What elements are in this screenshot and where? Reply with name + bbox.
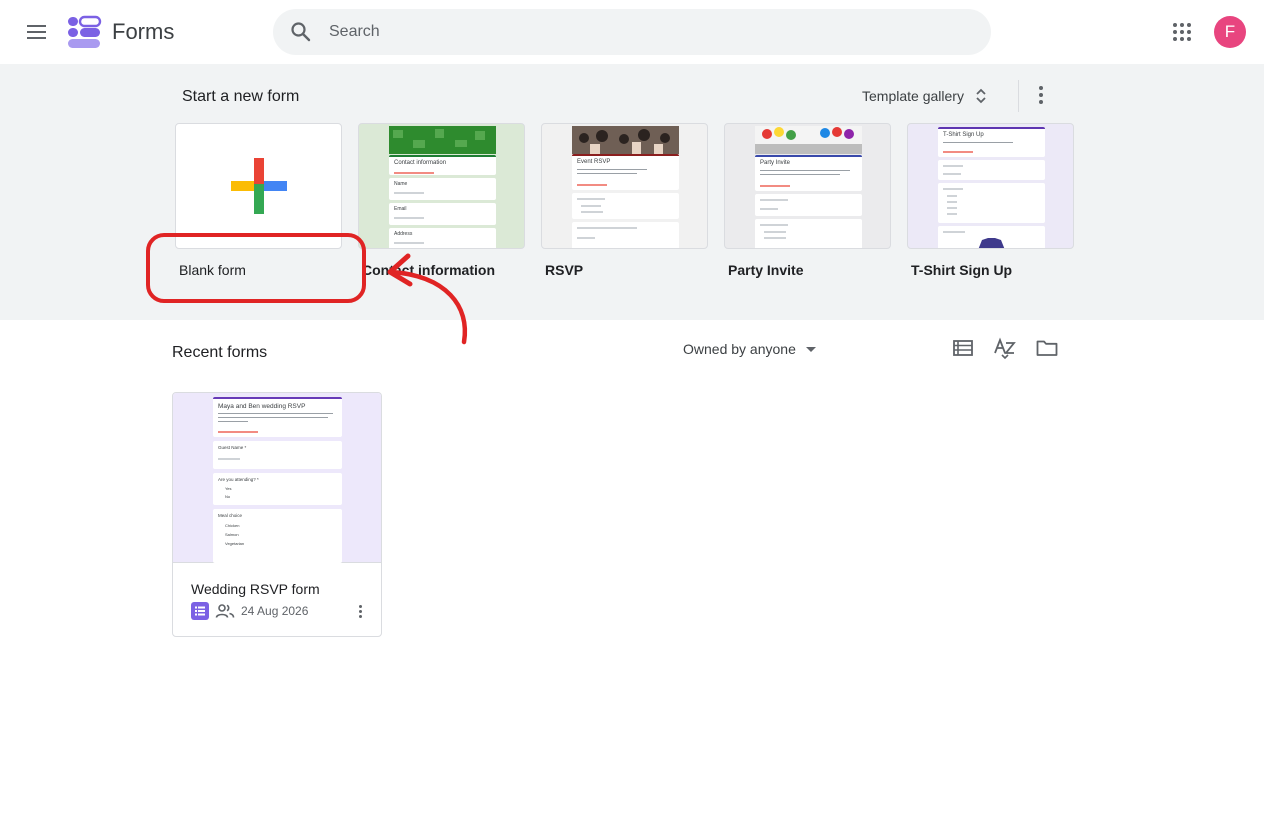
recent-form-meta: 24 Aug 2026 <box>191 602 308 620</box>
recent-form-thumbnail[interactable]: Maya and Ben wedding RSVP Guest Name * A… <box>173 393 381 563</box>
sort-az-icon[interactable] <box>991 334 1019 362</box>
party-question-card <box>755 219 862 248</box>
forms-app-icon <box>191 602 209 620</box>
template-label: RSVP <box>545 262 584 278</box>
thumb-question-card: Guest Name * <box>213 441 342 469</box>
template-label: T-Shirt Sign Up <box>911 262 1013 278</box>
owner-filter-dropdown[interactable]: Owned by anyone <box>675 335 824 363</box>
search-icon[interactable] <box>289 20 313 44</box>
contact-pattern-icon <box>393 129 485 148</box>
thumb-question-card: Meal choice Chicken Salmon Vegetarian <box>213 509 342 563</box>
shared-people-icon <box>215 604 235 618</box>
main-menu-icon[interactable] <box>18 14 54 50</box>
blank-form-thumbnail[interactable] <box>175 123 342 249</box>
card-more-options-icon[interactable] <box>349 599 371 623</box>
search-input[interactable] <box>329 9 969 55</box>
tshirt-sign-up-thumbnail[interactable]: T-Shirt Sign Up <box>907 123 1074 249</box>
tshirt-question-card <box>938 160 1045 180</box>
template-gallery-button[interactable]: Template gallery <box>852 78 998 114</box>
recent-form-date: 24 Aug 2026 <box>241 604 309 618</box>
party-header-image <box>755 126 862 154</box>
recent-forms-title: Recent forms <box>172 344 268 361</box>
rsvp-question-card <box>572 222 679 248</box>
app-header: Forms F <box>0 0 1280 64</box>
rsvp-title-card: Event RSVP <box>572 154 679 190</box>
rsvp-crowd-icon <box>572 126 679 154</box>
party-invite-thumbnail[interactable]: Party Invite <box>724 123 891 249</box>
party-title-card: Party Invite <box>755 155 862 191</box>
balloons-icon <box>755 127 862 154</box>
tshirt-icon <box>978 238 1005 248</box>
rsvp-thumbnail[interactable]: Event RSVP <box>541 123 708 249</box>
contact-header-image <box>389 126 496 154</box>
list-view-icon[interactable] <box>949 334 977 362</box>
thumb-title-card: Maya and Ben wedding RSVP <box>213 397 342 437</box>
google-apps-icon[interactable] <box>1166 16 1198 48</box>
tshirt-title-card: T-Shirt Sign Up <box>938 127 1045 157</box>
app-title[interactable]: Forms <box>112 19 174 45</box>
recent-form-card[interactable]: Maya and Ben wedding RSVP Guest Name * A… <box>172 392 382 637</box>
contact-field-card: Email <box>389 203 496 225</box>
rsvp-question-card <box>572 193 679 219</box>
template-label: Party Invite <box>728 262 804 278</box>
owner-filter-label: Owned by anyone <box>683 341 796 357</box>
band-divider <box>1018 80 1019 112</box>
template-gallery-label: Template gallery <box>862 88 964 104</box>
contact-field-card: Name <box>389 178 496 200</box>
tshirt-image-card <box>938 226 1045 248</box>
template-section-title: Start a new form <box>182 88 300 105</box>
unfold-more-icon <box>976 88 986 104</box>
forms-logo-icon[interactable] <box>66 15 102 49</box>
template-section: Start a new form Template gallery Blank … <box>0 64 1264 320</box>
template-tshirt-sign-up[interactable]: T-Shirt Sign Up T-Shirt Sign Up <box>907 123 1074 278</box>
contact-title-card: Contact information <box>389 155 496 175</box>
search-bar[interactable] <box>273 9 991 55</box>
template-label: Contact information <box>362 262 495 278</box>
template-party-invite[interactable]: Party Invite Party Invite <box>724 123 891 278</box>
template-label: Blank form <box>179 262 246 278</box>
recent-form-name: Wedding RSVP form <box>191 581 320 597</box>
contact-field-card: Address <box>389 228 496 248</box>
folder-icon[interactable] <box>1033 334 1061 362</box>
rsvp-header-image <box>572 126 679 154</box>
template-blank-form[interactable]: Blank form <box>175 123 342 278</box>
contact-information-thumbnail[interactable]: Contact information Name Email Address <box>358 123 525 249</box>
party-question-card <box>755 194 862 216</box>
account-avatar[interactable]: F <box>1214 16 1246 48</box>
plus-icon <box>231 158 287 214</box>
tshirt-question-card <box>938 183 1045 223</box>
dropdown-caret-icon <box>805 346 816 352</box>
more-options-icon[interactable] <box>1028 82 1054 108</box>
template-rsvp[interactable]: Event RSVP RSVP <box>541 123 708 278</box>
thumb-question-card: Are you attending? * Yes No <box>213 473 342 505</box>
template-contact-information[interactable]: Contact information Name Email Address C… <box>358 123 525 278</box>
